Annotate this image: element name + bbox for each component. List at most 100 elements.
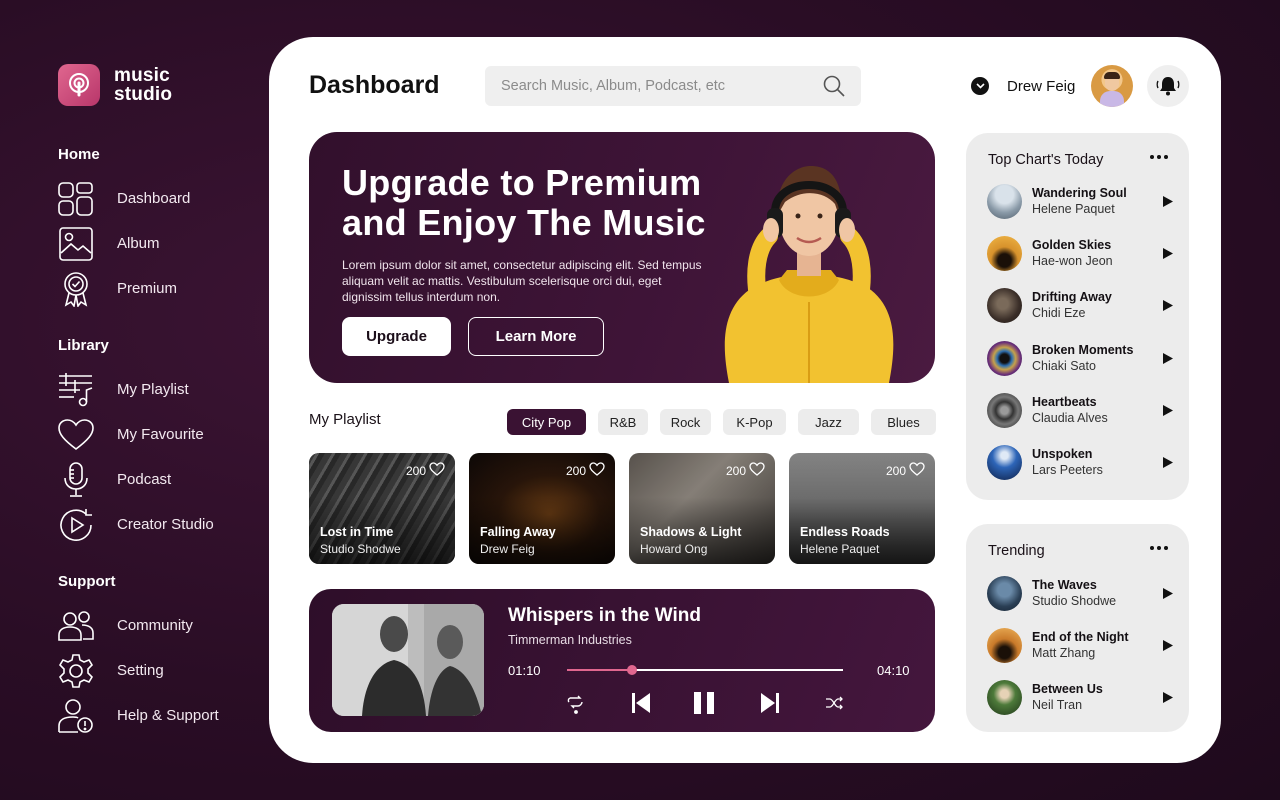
play-icon[interactable] xyxy=(1161,246,1175,260)
play-icon[interactable] xyxy=(1161,456,1175,470)
sidebar-item-creator-studio[interactable]: Creator Studio xyxy=(58,502,258,547)
nav-section-support: Support Community Setting Help & Support xyxy=(58,573,258,738)
track-artist: Chidi Eze xyxy=(1032,306,1086,321)
track-title: Unspoken xyxy=(1032,447,1093,462)
track-artist: Lars Peeters xyxy=(1032,463,1103,478)
progress-fill xyxy=(567,669,633,671)
sidebar-item-label: Community xyxy=(117,617,193,634)
list-item[interactable]: End of the Night Matt Zhang xyxy=(987,619,1177,671)
track-title: Drifting Away xyxy=(1032,290,1112,305)
sidebar-item-my-playlist[interactable]: My Playlist xyxy=(58,367,258,412)
sidebar-item-podcast[interactable]: Podcast xyxy=(58,457,258,502)
play-icon[interactable] xyxy=(1161,299,1175,313)
pause-icon[interactable] xyxy=(690,689,718,717)
heart-outline-icon[interactable] xyxy=(429,462,445,479)
avatar[interactable] xyxy=(1091,65,1134,107)
list-item[interactable]: Unspoken Lars Peeters xyxy=(987,436,1177,488)
list-item[interactable]: The Waves Studio Shodwe xyxy=(987,567,1177,619)
genre-chip-rock[interactable]: Rock xyxy=(660,409,711,435)
track-title: Heartbeats xyxy=(1032,394,1097,409)
sidebar-item-premium[interactable]: Premium xyxy=(58,266,258,311)
main-panel: Dashboard Drew Feig Upgrade to P xyxy=(269,37,1221,763)
play-icon[interactable] xyxy=(1161,403,1175,417)
genre-filter: City Pop R&B Rock K-Pop Jazz Blues xyxy=(507,409,936,435)
sidebar-item-label: My Favourite xyxy=(117,426,204,443)
sidebar-item-help-support[interactable]: Help & Support xyxy=(58,693,258,738)
user-menu[interactable]: Drew Feig xyxy=(971,65,1190,107)
sidebar-item-my-favourite[interactable]: My Favourite xyxy=(58,412,258,457)
track-artist: Matt Zhang xyxy=(1032,645,1096,660)
premium-badge-icon xyxy=(58,271,94,307)
search-bar[interactable] xyxy=(485,66,861,106)
list-item[interactable]: Broken Moments Chiaki Sato xyxy=(987,332,1177,384)
gear-icon xyxy=(58,653,94,689)
track-thumbnail xyxy=(987,340,1022,376)
nav-heading: Home xyxy=(58,146,100,163)
track-artist: Neil Tran xyxy=(1032,698,1083,713)
shuffle-icon[interactable] xyxy=(823,689,845,717)
track-title: Wandering Soul xyxy=(1032,185,1127,200)
play-icon[interactable] xyxy=(1161,638,1175,652)
user-name[interactable]: Drew Feig xyxy=(1007,78,1075,95)
progress-knob[interactable] xyxy=(627,665,638,675)
play-icon[interactable] xyxy=(1161,351,1175,365)
play-icon[interactable] xyxy=(1161,586,1175,600)
list-item[interactable]: Heartbeats Claudia Alves xyxy=(987,384,1177,436)
heart-outline-icon[interactable] xyxy=(589,462,605,479)
playlist-card[interactable]: 200 Shadows & Light Howard Ong xyxy=(629,453,775,564)
next-track-icon[interactable] xyxy=(758,689,782,717)
playlist-card[interactable]: 200 Endless Roads Helene Paquet xyxy=(789,453,935,564)
help-user-icon xyxy=(58,698,94,734)
search-icon[interactable] xyxy=(823,75,845,97)
previous-track-icon[interactable] xyxy=(629,689,653,717)
more-options-icon[interactable] xyxy=(1150,546,1168,550)
track-artist: Claudia Alves xyxy=(1032,410,1108,425)
banner-title: Upgrade to Premium and Enjoy The Music xyxy=(342,162,706,243)
likes-count: 200 xyxy=(886,462,925,479)
progress-slider[interactable] xyxy=(567,665,843,675)
card-artist: Howard Ong xyxy=(640,542,708,556)
upgrade-button[interactable]: Upgrade xyxy=(342,317,451,356)
track-artist: Hae-won Jeon xyxy=(1032,253,1113,268)
sidebar-item-community[interactable]: Community xyxy=(58,603,258,648)
brand-name: music studio xyxy=(114,65,173,105)
playlist-card[interactable]: 200 Falling Away Drew Feig xyxy=(469,453,615,564)
playlist-card[interactable]: 200 Lost in Time Studio Shodwe xyxy=(309,453,455,564)
notification-bell-icon[interactable] xyxy=(1147,65,1190,107)
microphone-icon xyxy=(58,461,94,498)
list-item[interactable]: Wandering Soul Helene Paquet xyxy=(987,175,1177,227)
sidebar: music studio Home Dashboard Album Premiu… xyxy=(0,0,268,800)
list-item[interactable]: Between Us Neil Tran xyxy=(987,672,1177,724)
genre-chip-blues[interactable]: Blues xyxy=(871,409,936,435)
sidebar-item-label: Premium xyxy=(117,280,178,297)
card-artist: Drew Feig xyxy=(480,542,535,556)
track-artist: Timmerman Industries xyxy=(508,633,632,647)
heart-outline-icon[interactable] xyxy=(909,462,925,479)
app-logo[interactable]: music studio xyxy=(58,64,172,106)
sidebar-item-setting[interactable]: Setting xyxy=(58,648,258,693)
genre-chip-city-pop[interactable]: City Pop xyxy=(507,409,586,435)
search-input[interactable] xyxy=(501,78,823,94)
track-thumbnail xyxy=(987,445,1022,481)
current-time: 01:10 xyxy=(508,663,541,678)
learn-more-button[interactable]: Learn More xyxy=(468,317,604,356)
trending-list: The Waves Studio Shodwe End of the Night M… xyxy=(987,567,1177,724)
sidebar-item-album[interactable]: Album xyxy=(58,221,258,266)
play-icon[interactable] xyxy=(1161,194,1175,208)
track-title: The Waves xyxy=(1032,577,1097,592)
more-options-icon[interactable] xyxy=(1150,155,1168,159)
play-icon[interactable] xyxy=(1161,691,1175,705)
genre-chip-jazz[interactable]: Jazz xyxy=(798,409,859,435)
heart-outline-icon[interactable] xyxy=(749,462,765,479)
creator-play-icon xyxy=(58,507,94,543)
genre-chip-kpop[interactable]: K-Pop xyxy=(723,409,786,435)
heart-icon xyxy=(58,417,94,453)
total-time: 04:10 xyxy=(877,663,910,678)
sidebar-item-dashboard[interactable]: Dashboard xyxy=(58,176,258,221)
chevron-down-icon[interactable] xyxy=(971,77,989,95)
repeat-icon[interactable] xyxy=(566,689,586,717)
album-icon xyxy=(58,226,94,262)
list-item[interactable]: Drifting Away Chidi Eze xyxy=(987,280,1177,332)
genre-chip-rnb[interactable]: R&B xyxy=(598,409,648,435)
list-item[interactable]: Golden Skies Hae-won Jeon xyxy=(987,227,1177,279)
